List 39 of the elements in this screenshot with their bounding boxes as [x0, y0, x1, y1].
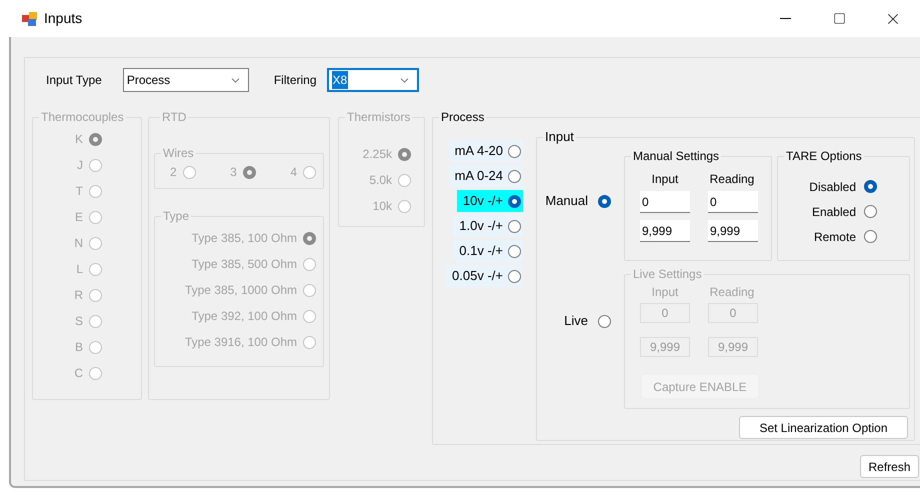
column-header: Reading — [708, 172, 756, 186]
group-title: Process — [440, 110, 486, 124]
value-field[interactable]: 0 — [640, 191, 690, 213]
group-title: RTD — [161, 110, 188, 124]
field-label: Input Type — [46, 72, 102, 89]
radio-option[interactable]: mA 0-24 — [448, 165, 523, 187]
group-title: Input — [544, 130, 575, 144]
window-title: Inputs — [44, 9, 82, 28]
maximize-icon — [832, 12, 846, 25]
group-title: Wires — [162, 146, 195, 160]
column-header: Input — [650, 172, 680, 186]
radio-option[interactable]: 0.05v -/+ — [446, 265, 523, 287]
radio-option[interactable]: mA 4-20 — [448, 140, 523, 162]
column-header: Reading — [708, 285, 756, 299]
radio-option[interactable]: Disabled — [809, 174, 877, 199]
column-header: Input — [650, 285, 680, 299]
radio-option[interactable]: Enabled — [812, 199, 877, 224]
radio-option[interactable]: Remote — [814, 224, 877, 249]
app-icon — [22, 10, 38, 26]
dropdown[interactable]: X8 — [326, 68, 419, 92]
minimize-icon — [780, 18, 790, 19]
value-field[interactable]: 9,999 — [708, 220, 758, 242]
group-title: TARE Options — [785, 149, 863, 163]
radio-option[interactable]: 10v -/+ — [456, 190, 523, 212]
group-title: Thermocouples — [40, 110, 125, 124]
value-field[interactable]: 0 — [708, 191, 758, 213]
value-field[interactable]: 9,999 — [640, 220, 690, 242]
radio-option[interactable]: Manual — [545, 191, 611, 211]
set-linearization-button[interactable]: Set Linearization Option — [739, 416, 908, 439]
group-title: Manual Settings — [632, 149, 720, 163]
radio-option[interactable]: Live — [564, 311, 611, 331]
refresh-button[interactable]: Refresh — [860, 455, 919, 478]
group-title: Live Settings — [632, 267, 703, 281]
field-label: Filtering — [274, 72, 317, 89]
radio-option[interactable]: 1.0v -/+ — [453, 215, 523, 237]
group-title: Type — [162, 209, 190, 223]
group-title: Thermistors — [346, 110, 412, 124]
dropdown[interactable]: Process — [122, 68, 249, 92]
radio-option[interactable]: 0.1v -/+ — [453, 240, 523, 262]
